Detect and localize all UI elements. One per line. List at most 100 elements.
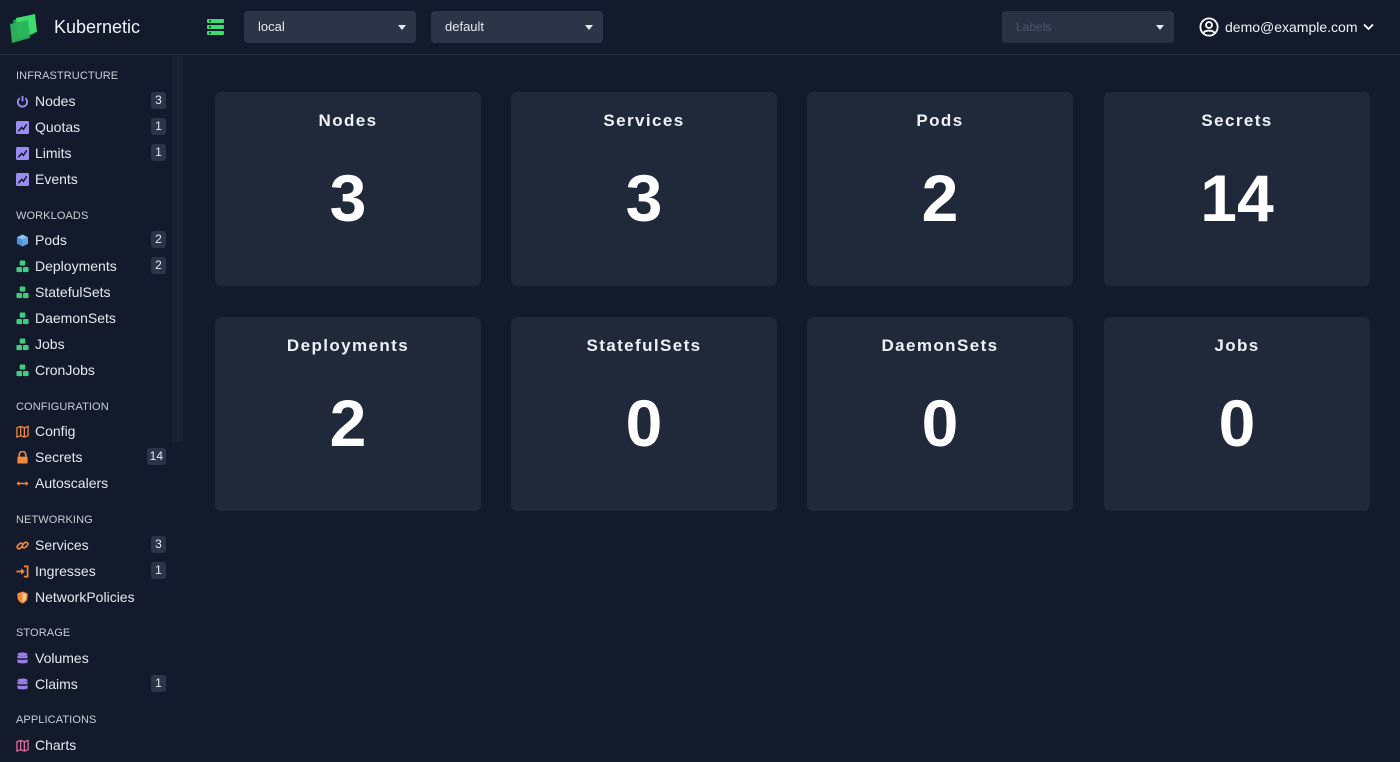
user-menu[interactable]: demo@example.com bbox=[1199, 16, 1374, 38]
sidebar-item-cronjobs[interactable]: CronJobs bbox=[16, 359, 166, 381]
sidebar-item-label: Deployments bbox=[35, 258, 117, 274]
sidebar-item-deployments[interactable]: Deployments 2 bbox=[16, 255, 166, 277]
link-icon bbox=[16, 540, 29, 550]
section-title-infrastructure: INFRASTRUCTURE bbox=[16, 70, 119, 82]
cubes-icon bbox=[16, 363, 29, 376]
sidebar-item-label: CronJobs bbox=[35, 362, 95, 378]
sidebar-item-label: Nodes bbox=[35, 93, 76, 109]
sidebar-item-label: Charts bbox=[35, 737, 77, 753]
count-badge: 1 bbox=[151, 118, 166, 135]
card-title: Secrets bbox=[1201, 111, 1273, 130]
card-title: Jobs bbox=[1214, 336, 1260, 355]
sidebar-item-label: Claims bbox=[35, 676, 78, 692]
count-badge: 3 bbox=[151, 92, 166, 109]
cubes-icon bbox=[16, 285, 29, 298]
cubes-icon bbox=[16, 337, 29, 350]
sidebar-scrollbar-track[interactable] bbox=[172, 442, 183, 762]
card-value: 2 bbox=[921, 161, 959, 235]
server-icon[interactable] bbox=[207, 19, 224, 35]
sidebar-item-statefulsets[interactable]: StatefulSets bbox=[16, 281, 166, 303]
sidebar-item-config[interactable]: Config bbox=[16, 420, 166, 442]
count-badge: 1 bbox=[151, 562, 166, 579]
kubernetic-logo-icon bbox=[10, 14, 37, 43]
sidebar-item-networkpolicies[interactable]: NetworkPolicies bbox=[16, 586, 166, 608]
section-title-workloads: WORKLOADS bbox=[16, 210, 89, 222]
section-title-configuration: CONFIGURATION bbox=[16, 401, 109, 413]
summary-card-statefulsets[interactable]: StatefulSets 0 bbox=[511, 317, 777, 511]
labels-select[interactable]: Labels bbox=[1002, 11, 1174, 43]
summary-card-secrets[interactable]: Secrets 14 bbox=[1104, 92, 1370, 286]
cube-icon bbox=[16, 233, 29, 247]
card-value: 3 bbox=[329, 161, 367, 235]
map-icon bbox=[16, 738, 29, 752]
summary-card-deployments[interactable]: Deployments 2 bbox=[215, 317, 481, 511]
sidebar-item-label: Secrets bbox=[35, 449, 83, 465]
sidebar-item-label: Pods bbox=[35, 232, 67, 248]
sign-in-icon bbox=[16, 565, 29, 577]
labels-placeholder: Labels bbox=[1016, 20, 1052, 34]
context-select-value: local bbox=[258, 19, 285, 34]
count-badge: 2 bbox=[151, 231, 166, 248]
caret-down-icon bbox=[398, 25, 406, 30]
sidebar-item-pods[interactable]: Pods 2 bbox=[16, 229, 166, 251]
sidebar-item-label: Services bbox=[35, 537, 89, 553]
user-circle-icon bbox=[1199, 17, 1219, 37]
sidebar-item-label: Config bbox=[35, 423, 76, 439]
sidebar-item-label: Limits bbox=[35, 145, 72, 161]
sidebar-item-label: NetworkPolicies bbox=[35, 589, 135, 605]
sidebar-item-label: StatefulSets bbox=[35, 284, 111, 300]
card-value: 2 bbox=[329, 386, 367, 460]
summary-card-jobs[interactable]: Jobs 0 bbox=[1104, 317, 1370, 511]
context-select[interactable]: local bbox=[244, 11, 416, 43]
summary-card-daemonsets[interactable]: DaemonSets 0 bbox=[807, 317, 1073, 511]
namespace-select[interactable]: default bbox=[431, 11, 603, 43]
sidebar-item-daemonsets[interactable]: DaemonSets bbox=[16, 307, 166, 329]
sidebar-item-limits[interactable]: Limits 1 bbox=[16, 142, 166, 164]
lock-icon bbox=[17, 450, 28, 464]
sidebar-item-label: Quotas bbox=[35, 119, 81, 135]
shield-icon bbox=[17, 590, 28, 604]
card-title: StatefulSets bbox=[586, 336, 702, 355]
card-value: 14 bbox=[1200, 161, 1274, 235]
caret-down-icon bbox=[1156, 25, 1164, 30]
sidebar-item-label: Autoscalers bbox=[35, 475, 109, 491]
sidebar-item-label: Ingresses bbox=[35, 563, 96, 579]
chart-icon bbox=[16, 120, 29, 134]
sidebar-item-ingresses[interactable]: Ingresses 1 bbox=[16, 560, 166, 582]
sidebar-item-nodes[interactable]: Nodes 3 bbox=[16, 90, 166, 112]
sidebar-item-claims[interactable]: Claims 1 bbox=[16, 673, 166, 695]
arrows-horizontal-icon bbox=[16, 480, 29, 486]
database-icon bbox=[17, 677, 28, 689]
summary-card-nodes[interactable]: Nodes 3 bbox=[215, 92, 481, 286]
power-icon bbox=[16, 95, 29, 107]
card-value: 0 bbox=[625, 386, 663, 460]
summary-card-services[interactable]: Services 3 bbox=[511, 92, 777, 286]
sidebar-item-volumes[interactable]: Volumes bbox=[16, 647, 166, 669]
section-title-storage: STORAGE bbox=[16, 627, 71, 639]
sidebar-item-services[interactable]: Services 3 bbox=[16, 534, 166, 556]
sidebar-item-secrets[interactable]: Secrets 14 bbox=[16, 446, 166, 468]
card-value: 3 bbox=[625, 161, 663, 235]
sidebar-item-quotas[interactable]: Quotas 1 bbox=[16, 116, 166, 138]
sidebar-item-autoscalers[interactable]: Autoscalers bbox=[16, 472, 166, 494]
sidebar-item-label: Jobs bbox=[35, 336, 65, 352]
card-title: DaemonSets bbox=[881, 336, 999, 355]
chart-icon bbox=[16, 146, 29, 160]
count-badge: 1 bbox=[151, 675, 166, 692]
section-title-networking: NETWORKING bbox=[16, 514, 93, 526]
cubes-icon bbox=[16, 311, 29, 324]
cubes-icon bbox=[16, 259, 29, 272]
map-icon bbox=[16, 424, 29, 438]
dashboard: Nodes 3 Services 3 Pods 2 Secrets 14 Dep… bbox=[184, 56, 1400, 762]
sidebar: INFRASTRUCTURE Nodes 3 Quotas 1 Limits 1… bbox=[0, 56, 184, 762]
sidebar-item-charts[interactable]: Charts bbox=[16, 734, 166, 756]
user-email: demo@example.com bbox=[1225, 19, 1358, 35]
summary-card-pods[interactable]: Pods 2 bbox=[807, 92, 1073, 286]
card-title: Pods bbox=[916, 111, 964, 130]
count-badge: 14 bbox=[146, 448, 166, 465]
card-title: Deployments bbox=[286, 336, 410, 355]
sidebar-scrollbar-thumb[interactable] bbox=[172, 56, 183, 442]
count-badge: 1 bbox=[151, 144, 166, 161]
sidebar-item-jobs[interactable]: Jobs bbox=[16, 333, 166, 355]
sidebar-item-events[interactable]: Events bbox=[16, 168, 166, 190]
